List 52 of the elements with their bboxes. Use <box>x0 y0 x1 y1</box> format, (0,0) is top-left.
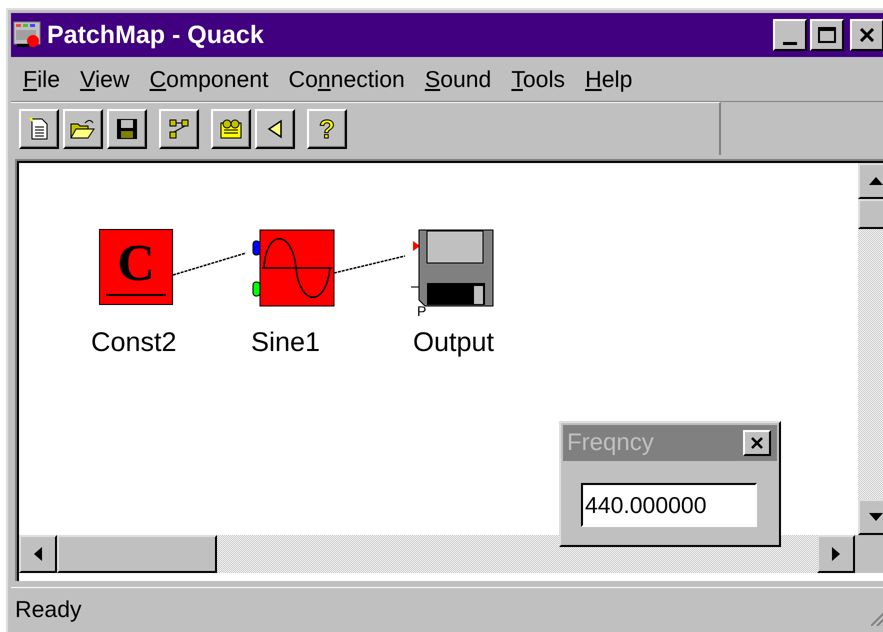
menu-item[interactable]: File <box>17 64 66 94</box>
connection-line <box>334 255 406 274</box>
open-button[interactable] <box>63 109 103 149</box>
sine-node[interactable] <box>252 229 336 307</box>
floppy-icon <box>411 229 495 307</box>
app-icon <box>13 21 43 49</box>
close-button[interactable] <box>850 19 883 51</box>
menu-item[interactable]: Connection <box>282 64 411 94</box>
maximize-button[interactable] <box>810 19 844 51</box>
node-label: Sine1 <box>251 327 320 358</box>
menu-item[interactable]: Sound <box>418 64 498 94</box>
speaker-button[interactable] <box>255 109 295 149</box>
new-button[interactable] <box>19 109 59 149</box>
diagram-button[interactable] <box>159 109 199 149</box>
tape-button[interactable] <box>211 109 251 149</box>
scroll-thumb[interactable] <box>57 535 217 573</box>
close-icon <box>860 28 874 42</box>
up-arrow-icon <box>868 176 883 186</box>
node-symbol: C <box>116 236 156 292</box>
cassette-icon <box>219 118 243 140</box>
horizontal-scrollbar[interactable] <box>19 535 883 573</box>
scrollbar-corner <box>855 535 883 573</box>
node-label: Const2 <box>91 327 177 358</box>
triangle-icon <box>265 118 285 140</box>
frequency-field[interactable]: 440.000000 <box>581 483 757 527</box>
document-icon <box>28 117 50 141</box>
diagram-icon <box>168 118 190 140</box>
minimize-button[interactable] <box>773 19 807 51</box>
save-button[interactable] <box>107 109 147 149</box>
output-node[interactable]: P <box>411 229 495 321</box>
node-label: Output <box>413 327 494 358</box>
left-arrow-icon <box>33 546 43 562</box>
port-label: P <box>417 303 426 319</box>
scroll-left-button[interactable] <box>19 535 57 573</box>
close-icon <box>751 437 763 449</box>
constant-node[interactable]: C <box>99 229 173 305</box>
menu-item[interactable]: Tools <box>505 64 572 94</box>
right-arrow-icon <box>831 546 841 562</box>
down-arrow-icon <box>868 512 883 522</box>
status-text: Ready <box>15 596 82 622</box>
floppy-icon <box>116 118 138 140</box>
close-button[interactable] <box>743 430 771 456</box>
minimize-icon <box>783 42 797 44</box>
floating-window-title: Freqncy <box>567 429 654 457</box>
maximize-icon <box>818 27 836 43</box>
resize-grip-icon <box>871 610 883 626</box>
window-title: PatchMap - Quack <box>47 20 264 50</box>
scroll-right-button[interactable] <box>817 535 855 573</box>
folder-icon <box>70 118 96 140</box>
menu-item[interactable]: Help <box>579 64 638 94</box>
menu-item[interactable]: Component <box>144 64 274 94</box>
menu-item[interactable]: View <box>74 64 136 94</box>
